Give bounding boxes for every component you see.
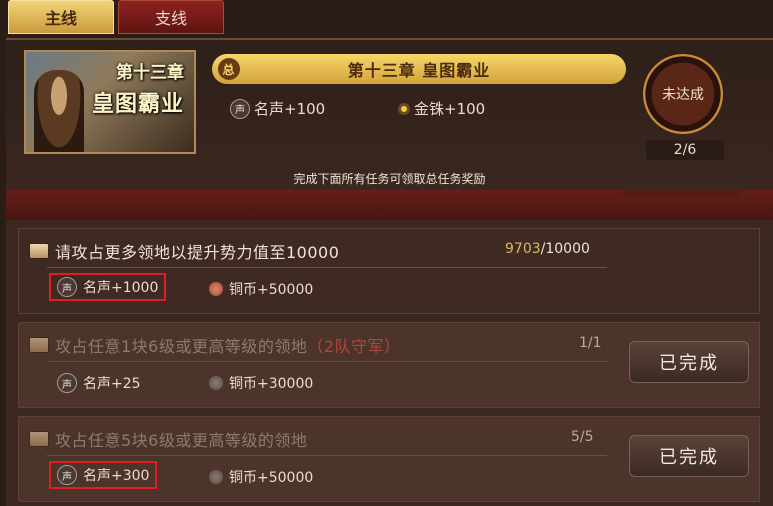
task-row: 攻占任意1块6级或更高等级的领地（2队守军） 1/1 声 名声+25 铜币+30… — [18, 322, 760, 408]
task-row-partial — [6, 190, 773, 220]
task-reward-copper: 铜币+50000 — [209, 279, 313, 299]
partial-button — [622, 190, 742, 196]
book-icon — [29, 243, 49, 259]
task-count-total: /10000 — [540, 241, 590, 257]
chapter-status-seal[interactable]: 未达成 — [643, 54, 723, 134]
task-reward-copper-text: 铜币+50000 — [229, 470, 314, 486]
chapter-progress: 2/6 — [646, 140, 724, 160]
chapter-image: 第十三章 皇图霸业 — [24, 50, 196, 154]
task-count: 9703/10000 — [505, 241, 590, 257]
fame-icon: 声 — [57, 373, 77, 393]
fame-icon: 声 — [230, 98, 250, 119]
chapter-reward-gold-text: 金铢+100 — [414, 100, 486, 118]
copper-coin-icon — [209, 470, 223, 484]
book-icon — [29, 337, 49, 353]
task-title-highlight: （2队守军） — [307, 337, 401, 356]
chapter-image-number: 第十三章 — [116, 63, 184, 83]
general-portrait — [34, 70, 84, 152]
completed-button[interactable]: 已完成 — [629, 435, 749, 477]
task-title: 攻占任意1块6级或更高等级的领地（2队守军） — [55, 333, 401, 357]
gold-coin-icon — [398, 102, 410, 115]
chapter-notice: 完成下面所有任务可领取总任务奖励 — [293, 172, 486, 186]
task-reward-copper-text: 铜币+50000 — [229, 282, 314, 298]
fame-icon: 声 — [57, 465, 77, 485]
task-count: 5/5 — [571, 429, 594, 445]
task-reward-fame-text: 名声+300 — [83, 468, 150, 484]
task-title: 请攻占更多领地以提升势力值至10000 — [55, 243, 340, 262]
total-badge-icon: 总 — [218, 58, 240, 80]
task-reward-copper-text: 铜币+30000 — [229, 376, 314, 392]
task-row: 攻占任意5块6级或更高等级的领地 5/5 声 名声+300 铜币+50000 已… — [18, 416, 760, 502]
chapter-reward-gold: 金铢+100 — [398, 98, 485, 119]
chapter-reward-fame: 声 名声+100 — [230, 98, 325, 119]
chapter-header: 第十三章 皇图霸业 总 第十三章 皇图霸业 声 名声+100 金铢+100 未达… — [6, 40, 773, 190]
chapter-title: 第十三章 皇图霸业 — [347, 61, 491, 80]
chapter-reward-fame-text: 名声+100 — [254, 100, 326, 118]
fame-icon: 声 — [57, 277, 77, 297]
chapter-image-name: 皇图霸业 — [91, 92, 184, 117]
task-title: 攻占任意5块6级或更高等级的领地 — [55, 431, 308, 450]
divider — [47, 455, 607, 456]
task-count-current: 9703 — [505, 241, 541, 257]
task-count: 1/1 — [579, 335, 602, 351]
chapter-title-bar: 总 第十三章 皇图霸业 — [212, 54, 626, 84]
divider — [47, 361, 607, 362]
tab-side-quest[interactable]: 支线 — [118, 0, 224, 34]
task-reward-copper: 铜币+30000 — [209, 373, 313, 393]
task-title-text: 攻占任意1块6级或更高等级的领地 — [55, 337, 308, 356]
task-reward-fame-text: 名声+1000 — [83, 280, 159, 296]
quest-panel: 第十三章 皇图霸业 总 第十三章 皇图霸业 声 名声+100 金铢+100 未达… — [6, 38, 773, 506]
task-row: 请攻占更多领地以提升势力值至10000 9703/10000 声 名声+1000… — [18, 228, 760, 314]
copper-coin-icon — [209, 376, 223, 390]
tab-main-quest[interactable]: 主线 — [8, 0, 114, 34]
copper-coin-icon — [209, 282, 223, 296]
task-reward-fame: 声 名声+300 — [49, 461, 158, 489]
divider — [47, 267, 607, 268]
task-reward-copper: 铜币+50000 — [209, 467, 313, 487]
task-reward-fame-text: 名声+25 — [83, 376, 141, 392]
task-reward-fame: 声 名声+25 — [57, 373, 141, 393]
completed-button[interactable]: 已完成 — [629, 341, 749, 383]
task-reward-fame: 声 名声+1000 — [49, 273, 167, 301]
task-list[interactable]: 请攻占更多领地以提升势力值至10000 9703/10000 声 名声+1000… — [6, 190, 773, 506]
tab-bar: 主线 支线 — [8, 0, 224, 34]
book-icon — [29, 431, 49, 447]
chapter-status-text: 未达成 — [662, 87, 704, 103]
